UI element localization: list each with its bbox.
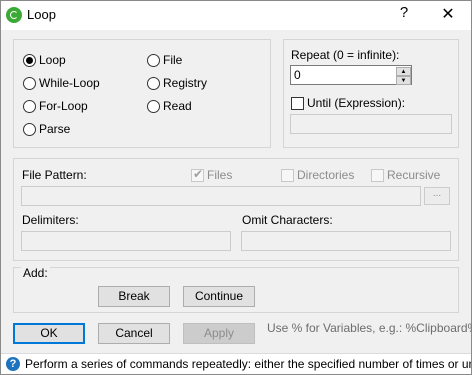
until-checkbox[interactable]: Until (Expression): [291, 95, 405, 111]
close-button[interactable]: ✕ [433, 3, 463, 27]
radio-read[interactable]: Read [147, 98, 192, 114]
files-label: Files [207, 168, 233, 182]
radio-for-loop[interactable]: For-Loop [23, 98, 88, 114]
radio-parse[interactable]: Parse [23, 121, 70, 137]
continue-button[interactable]: Continue [183, 286, 255, 307]
radio-dot [147, 53, 160, 67]
help-button[interactable]: ? [394, 4, 414, 26]
window-title: Loop [27, 7, 56, 22]
file-pattern-label: File Pattern: [22, 168, 87, 182]
repeat-down-icon[interactable]: ▼ [396, 76, 411, 85]
checkbox-box [371, 168, 384, 182]
omit-characters-input[interactable] [241, 231, 451, 251]
repeat-up-icon[interactable]: ▲ [396, 67, 411, 76]
radio-file-label: File [163, 53, 183, 67]
cancel-button[interactable]: Cancel [98, 323, 170, 344]
until-label: Until (Expression): [307, 96, 406, 110]
radio-while-loop-label: While-Loop [39, 76, 100, 90]
radio-dot [23, 99, 36, 113]
radio-for-loop-label: For-Loop [39, 99, 88, 113]
repeat-input[interactable]: 0 [290, 65, 412, 85]
variables-hint: Use % for Variables, e.g.: %Clipboard% [267, 321, 472, 335]
directories-checkbox[interactable]: Directories [281, 167, 354, 183]
browse-button[interactable]: ... [424, 187, 450, 205]
radio-loop[interactable]: Loop [23, 52, 66, 68]
checkbox-box [291, 96, 304, 110]
files-checkbox[interactable]: ✔ Files [191, 167, 232, 183]
status-text: Perform a series of commands repeatedly:… [25, 357, 471, 371]
radio-read-label: Read [163, 99, 192, 113]
recursive-checkbox[interactable]: Recursive [371, 167, 440, 183]
checkmark-icon: ✔ [193, 166, 204, 181]
title-bar: Loop ? ✕ [1, 1, 471, 30]
radio-while-loop[interactable]: While-Loop [23, 75, 100, 91]
help-info-icon: ? [6, 357, 20, 371]
repeat-label: Repeat (0 = infinite): [291, 48, 400, 62]
file-pattern-input[interactable] [21, 186, 421, 206]
radio-dot [23, 122, 36, 136]
until-expression-input[interactable] [290, 114, 452, 134]
apply-button[interactable]: Apply [183, 323, 255, 344]
radio-parse-label: Parse [39, 122, 71, 136]
directories-label: Directories [297, 168, 355, 182]
ok-button[interactable]: OK [13, 323, 85, 344]
radio-dot [23, 53, 36, 67]
checkbox-box: ✔ [191, 166, 204, 182]
radio-dot [147, 99, 160, 113]
loop-dialog: Loop ? ✕ Loop While-Loop For-Loop Parse … [0, 0, 472, 375]
delimiters-input[interactable] [21, 231, 231, 251]
omit-characters-label: Omit Characters: [242, 213, 333, 227]
recursive-label: Recursive [387, 168, 441, 182]
radio-dot [23, 76, 36, 90]
delimiters-label: Delimiters: [22, 213, 79, 227]
radio-file[interactable]: File [147, 52, 182, 68]
status-bar: ? Perform a series of commands repeatedl… [1, 353, 471, 374]
radio-dot [147, 76, 160, 90]
radio-registry-label: Registry [163, 76, 208, 90]
app-icon [6, 7, 22, 23]
radio-registry[interactable]: Registry [147, 75, 207, 91]
add-label: Add: [21, 266, 50, 280]
break-button[interactable]: Break [98, 286, 170, 307]
checkbox-box [281, 168, 294, 182]
radio-loop-label: Loop [39, 53, 66, 67]
